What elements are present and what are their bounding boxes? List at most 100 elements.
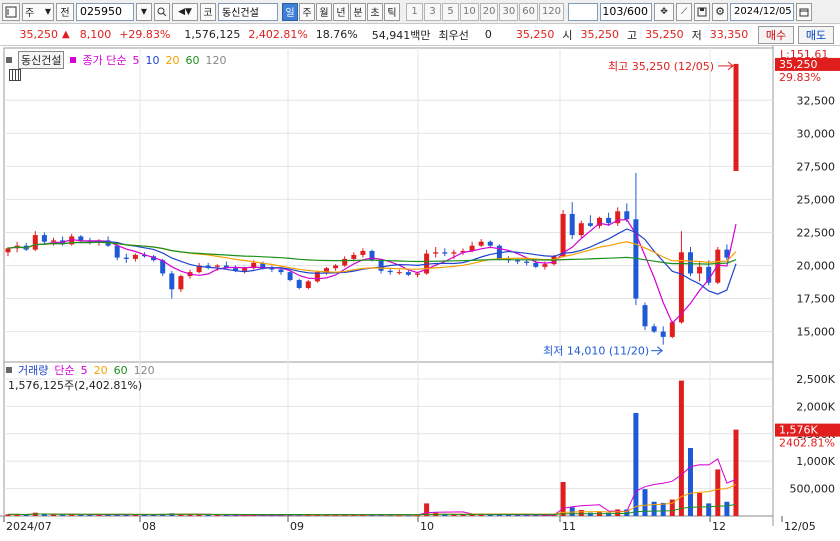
- x-axis-label: 10: [420, 520, 434, 533]
- trade-amount: 54,941백만: [371, 28, 431, 42]
- volume-ma-5: 5: [80, 363, 88, 377]
- volume-bar: [660, 502, 666, 516]
- candle-body: [114, 245, 120, 258]
- current-volume-pct-tag: 2402.81%: [779, 437, 835, 450]
- volume-value: 1,576,125: [184, 28, 241, 41]
- volume-bar: [633, 412, 639, 516]
- price-legend-name[interactable]: 동신건설: [18, 51, 65, 69]
- x-axis-label: 11: [562, 520, 576, 533]
- legend-box-icon: [70, 57, 77, 63]
- price-change-pct: +29.83%: [119, 28, 171, 41]
- interval-button-120[interactable]: 120: [538, 2, 565, 21]
- candle-body: [660, 331, 666, 337]
- sell-button[interactable]: 매도: [798, 26, 834, 44]
- interval-button-60[interactable]: 60: [519, 2, 538, 21]
- candle-body: [378, 260, 384, 271]
- price-ma-5: 5: [132, 53, 140, 67]
- price-y-tick: 15,000: [797, 326, 836, 339]
- code-dropdown-button[interactable]: ▼: [136, 2, 152, 21]
- interval-button-20[interactable]: 20: [479, 2, 499, 21]
- date-field[interactable]: 2024/12/05: [730, 2, 795, 21]
- candle-body: [515, 260, 521, 262]
- current-price: 35,250: [19, 28, 59, 41]
- volume-bar: [578, 509, 584, 516]
- price-y-tick: 32,500: [797, 94, 836, 107]
- save-icon[interactable]: [694, 2, 711, 21]
- volume-bar: [615, 509, 621, 516]
- stock-code-input[interactable]: 025950: [76, 2, 134, 21]
- chart-type-icon[interactable]: [2, 2, 20, 21]
- count-field[interactable]: 103/600: [600, 2, 653, 21]
- x-axis-label: 12: [712, 520, 726, 533]
- current-volume-tag: 1,576K: [779, 424, 818, 437]
- min-price-note: 최저 14,010 (11/20): [543, 345, 649, 358]
- volume-bar: [560, 482, 566, 516]
- candle-body: [606, 217, 612, 224]
- candle-body: [342, 258, 348, 266]
- candle-body: [214, 265, 220, 267]
- period-tab-1[interactable]: 주: [299, 2, 315, 21]
- candle-body: [442, 252, 448, 254]
- volume-legend: 거래량 단순 5 20 60 120: [6, 362, 155, 378]
- candle-body: [51, 240, 56, 242]
- period-tab-0[interactable]: 일: [282, 2, 298, 21]
- candle-body: [305, 281, 311, 288]
- chart-area[interactable]: 32,500 30,000 27,500 25,000 22,500 20,000 17,5…: [0, 46, 840, 541]
- buy-button[interactable]: 매수: [758, 26, 794, 44]
- interval-buttons: 1 3 5 10 20 30 60 120: [406, 2, 565, 21]
- candle-body: [642, 305, 648, 327]
- current-pct-tag: 29.83%: [779, 71, 821, 84]
- price-y-tick: 25,000: [797, 193, 836, 206]
- volume-bar: [506, 514, 511, 516]
- period-tab-6[interactable]: 틱: [384, 2, 400, 21]
- interval-custom-input[interactable]: [568, 2, 599, 21]
- prev-button[interactable]: 전: [56, 2, 74, 21]
- x-axis-label: 09: [290, 520, 304, 533]
- line-mode-icon[interactable]: ⟋: [676, 2, 693, 21]
- top-toolbar: 주 ▼ 전 025950 ▼ ◀▼ 코 동신건설 일주월년분초틱 1 3 5 10 20 3…: [0, 0, 840, 24]
- speaker-icon[interactable]: ◀▼: [172, 2, 198, 21]
- volume-legend-name: 거래량: [18, 364, 49, 377]
- candle-body: [715, 249, 721, 283]
- interval-button-1[interactable]: 1: [406, 2, 423, 21]
- legend-box-icon: [6, 57, 12, 63]
- candle-body: [41, 235, 47, 242]
- chevron-down-icon: ▼: [140, 7, 148, 16]
- price-change: 8,100: [79, 28, 112, 41]
- search-icon[interactable]: [154, 2, 170, 21]
- interval-button-10[interactable]: 10: [460, 2, 479, 21]
- gear-icon[interactable]: ⚙: [712, 2, 729, 21]
- turnover-rate: 18.76%: [315, 28, 358, 41]
- period-tab-4[interactable]: 분: [350, 2, 366, 21]
- max-price-note: 최고 35,250 (12/05): [608, 60, 714, 73]
- volume-ma-120: 120: [133, 363, 155, 377]
- period-tabs: 일주월년분초틱: [282, 2, 400, 21]
- x-axis-label: 2024/07: [6, 520, 52, 533]
- period-tab-2[interactable]: 월: [316, 2, 332, 21]
- candle-body: [360, 250, 366, 255]
- up-arrow-icon: ▲: [62, 29, 70, 40]
- interval-button-3[interactable]: 3: [424, 2, 441, 21]
- candle-body: [478, 241, 484, 246]
- period-tab-5[interactable]: 초: [367, 2, 383, 21]
- candle-body: [178, 276, 184, 290]
- calendar-icon[interactable]: [796, 2, 813, 21]
- gubun-button[interactable]: 코: [200, 2, 216, 21]
- volume-bar: [205, 514, 211, 516]
- price-ma-20: 20: [165, 53, 180, 67]
- interval-button-30[interactable]: 30: [499, 2, 519, 21]
- grid-toggle-icon[interactable]: [9, 69, 21, 81]
- volume-pct: 2,402.81%: [248, 28, 308, 41]
- stock-name-field[interactable]: 동신건설: [218, 2, 278, 21]
- period-tab-3[interactable]: 년: [333, 2, 349, 21]
- high-label: 고: [626, 28, 638, 42]
- zoom-icon[interactable]: ✥: [654, 2, 675, 21]
- candle-body: [587, 223, 593, 226]
- interval-button-5[interactable]: 5: [442, 2, 459, 21]
- priority-value: 0: [484, 28, 492, 41]
- candle-body: [396, 272, 402, 274]
- chevron-down-icon: ▼: [44, 7, 51, 16]
- stock-chart[interactable]: 32,500 30,000 27,500 25,000 22,500 20,000 17,5…: [0, 46, 840, 541]
- candle-body: [405, 272, 411, 275]
- market-select[interactable]: 주 ▼: [22, 2, 54, 21]
